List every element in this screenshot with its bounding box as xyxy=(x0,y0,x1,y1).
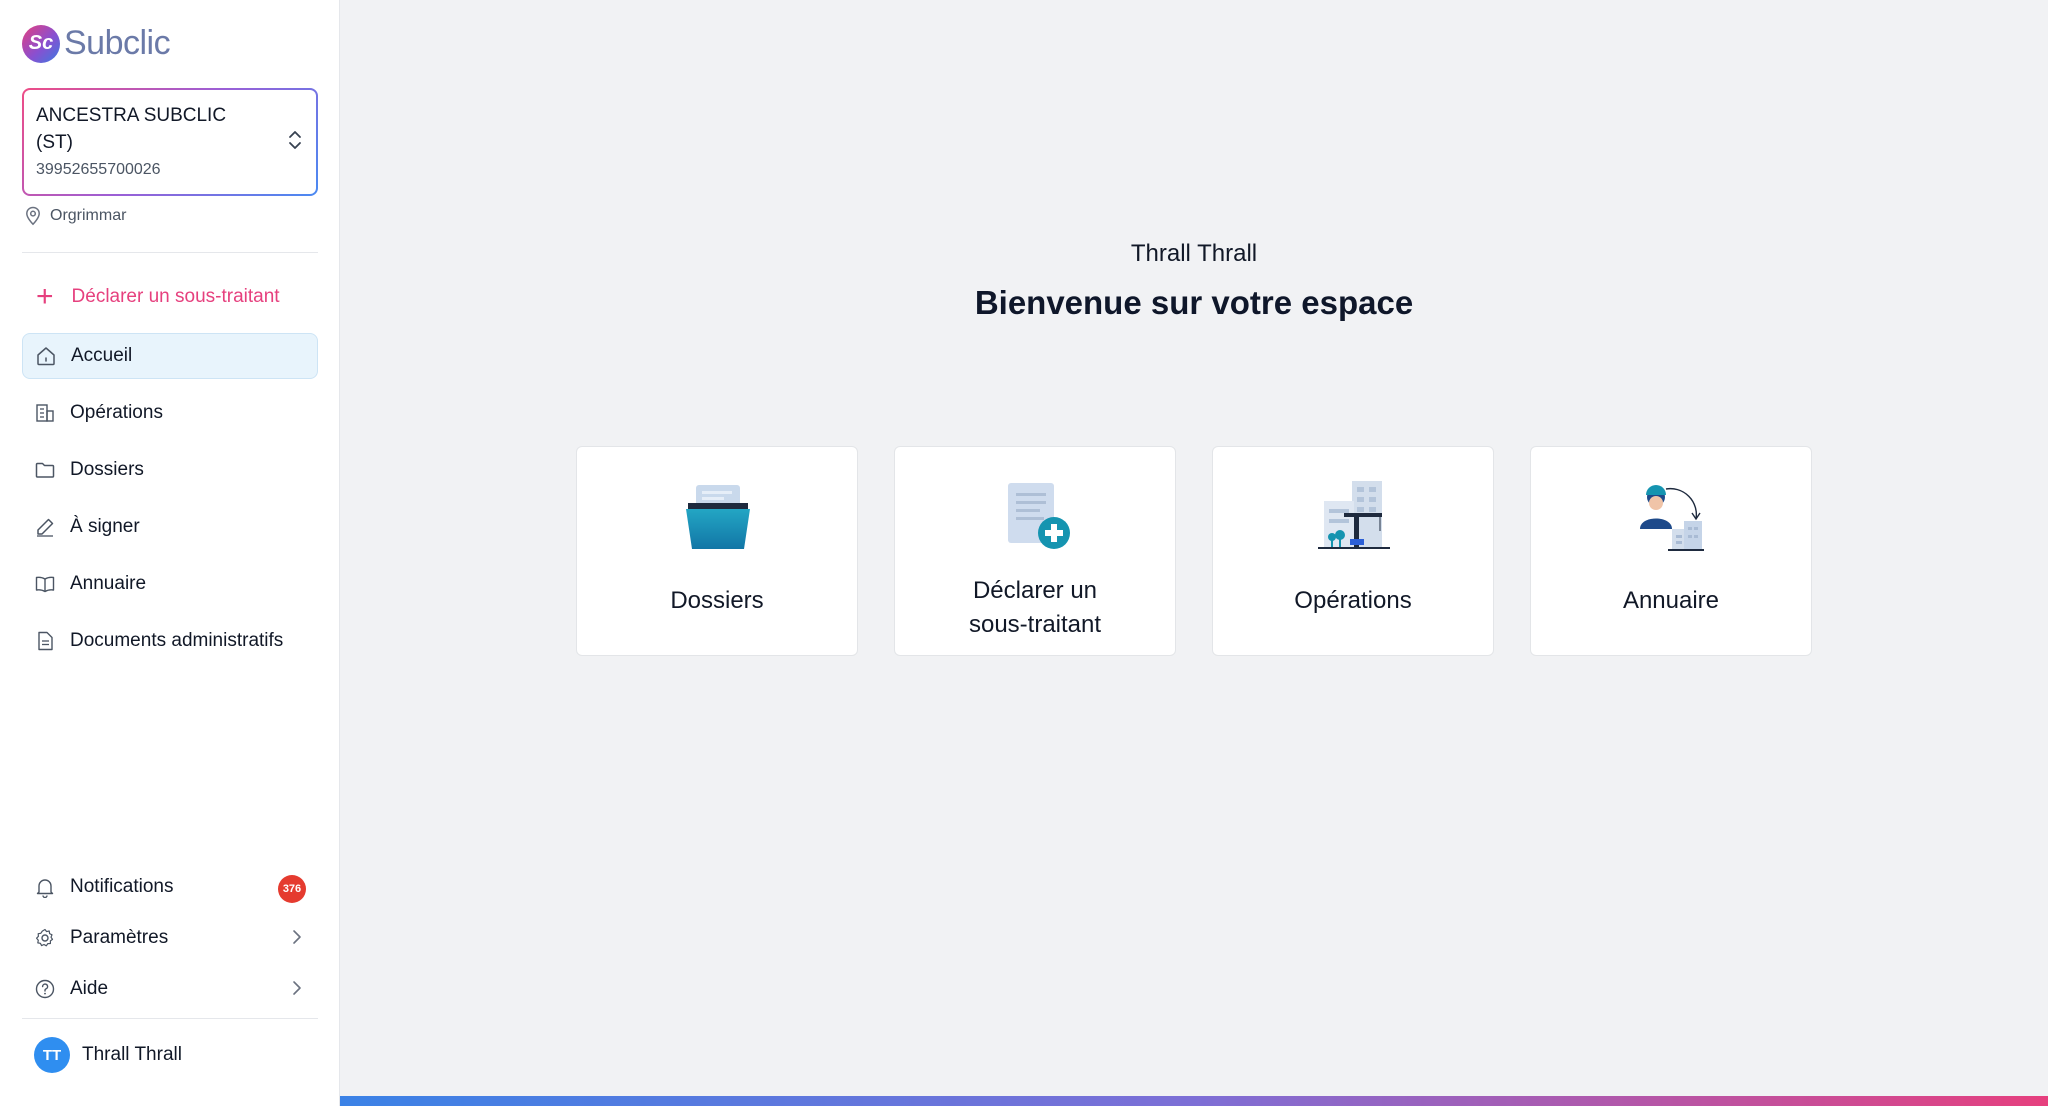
company-location: Orgrimmar xyxy=(24,206,126,226)
logo[interactable]: Sc Subclic xyxy=(22,24,171,63)
shortcut-cards: Dossiers Déclarer un sous-traitant Opéra… xyxy=(576,446,1812,656)
sidebar-item-label: Opérations xyxy=(70,402,163,423)
declare-subcontractor-label: Déclarer un sous-traitant xyxy=(71,286,280,307)
home-icon xyxy=(35,345,57,367)
sidebar-divider xyxy=(22,1018,318,1019)
plus-icon: + xyxy=(36,280,54,313)
sidebar-divider xyxy=(22,252,318,253)
notifications-count-badge: 376 xyxy=(278,875,306,903)
company-name: ANCESTRA SUBCLIC (ST) xyxy=(36,105,227,153)
sidebar: Sc Subclic ANCESTRA SUBCLIC (ST) 3995265… xyxy=(0,0,340,1106)
chevron-right-icon xyxy=(293,981,301,995)
help-circle-icon xyxy=(34,978,56,1000)
page-title: Bienvenue sur votre espace xyxy=(974,284,1414,321)
card-declarer-sous-traitant[interactable]: Déclarer un sous-traitant xyxy=(894,446,1176,656)
logo-icon: Sc xyxy=(22,24,60,63)
logo-text: Subclic xyxy=(64,24,171,62)
sidebar-item-aide[interactable]: Aide xyxy=(22,966,318,1012)
sidebar-item-documents-administratifs[interactable]: Documents administratifs xyxy=(22,618,318,664)
gear-icon xyxy=(34,927,56,949)
sidebar-item-a-signer[interactable]: À signer xyxy=(22,504,318,550)
card-dossiers[interactable]: Dossiers xyxy=(576,446,858,656)
location-label: Orgrimmar xyxy=(50,207,127,224)
building-icon xyxy=(34,402,56,424)
book-icon xyxy=(34,573,56,595)
pen-icon xyxy=(34,516,56,538)
declare-subcontractor-link[interactable]: + Déclarer un sous-traitant xyxy=(36,282,280,312)
main-content: Thrall Thrall Bienvenue sur votre espace… xyxy=(340,0,2048,1106)
sidebar-item-label: Paramètres xyxy=(70,927,169,948)
sidebar-item-dossiers[interactable]: Dossiers xyxy=(22,447,318,493)
directory-illustration-icon xyxy=(1640,485,1704,551)
sidebar-item-annuaire[interactable]: Annuaire xyxy=(22,561,318,607)
construction-illustration-icon xyxy=(1318,481,1390,549)
card-label: Opérations xyxy=(1294,587,1412,614)
company-siret: 39952655700026 xyxy=(36,161,161,178)
document-icon xyxy=(34,630,56,652)
add-document-illustration-icon xyxy=(1008,483,1070,549)
user-profile[interactable]: TT Thrall Thrall xyxy=(34,1037,182,1073)
greeting-user-name: Thrall Thrall xyxy=(1130,240,1258,267)
sidebar-item-label: Dossiers xyxy=(70,459,144,480)
sidebar-item-label: Documents administratifs xyxy=(70,630,284,651)
bell-icon xyxy=(34,876,56,898)
sidebar-item-label: À signer xyxy=(70,516,140,537)
card-label-line1: Déclarer un xyxy=(972,577,1098,604)
card-annuaire[interactable]: Annuaire xyxy=(1530,446,1812,656)
company-selector[interactable]: ANCESTRA SUBCLIC (ST) 39952655700026 xyxy=(22,88,318,196)
location-pin-icon xyxy=(26,206,40,226)
sidebar-item-label: Notifications xyxy=(70,876,174,897)
sidebar-item-label: Annuaire xyxy=(70,573,147,594)
sidebar-item-notifications[interactable]: Notifications 376 xyxy=(22,864,318,910)
card-operations[interactable]: Opérations xyxy=(1212,446,1494,656)
sidebar-item-label: Aide xyxy=(70,978,109,999)
chevron-right-icon xyxy=(293,930,301,944)
folder-illustration-icon xyxy=(686,485,750,549)
folder-icon xyxy=(34,459,56,481)
sidebar-item-label: Accueil xyxy=(71,345,133,366)
sidebar-item-accueil[interactable]: Accueil xyxy=(22,333,318,379)
sidebar-item-parametres[interactable]: Paramètres xyxy=(22,915,318,961)
card-label: Annuaire xyxy=(1622,587,1720,614)
avatar: TT xyxy=(34,1037,70,1073)
user-name: Thrall Thrall xyxy=(82,1044,182,1065)
card-label: Dossiers xyxy=(670,587,764,614)
sidebar-item-operations[interactable]: Opérations xyxy=(22,390,318,436)
card-label-line2: sous-traitant xyxy=(968,611,1102,638)
gradient-bottom-bar xyxy=(340,1096,2048,1106)
chevron-up-down-icon xyxy=(289,131,301,149)
